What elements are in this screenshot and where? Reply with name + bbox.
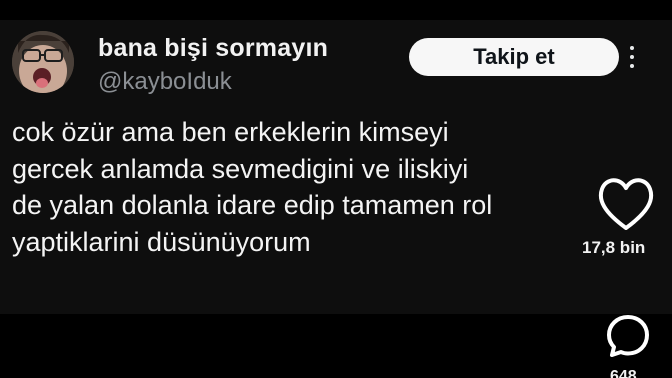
tweet-text: cok özür ama ben erkeklerin kimseyi gerc… [12,117,493,257]
avatar-photo [12,31,74,93]
comment-count: 648 [610,368,637,378]
follow-button[interactable]: Takip et [409,38,619,76]
top-bar [0,0,672,20]
more-options-icon[interactable] [624,40,640,74]
comment-count-clip: 648 [610,368,650,378]
comment-bubble-icon[interactable] [604,312,652,360]
avatar[interactable] [12,31,74,93]
like-count: 17,8 bin [582,238,646,257]
display-name[interactable]: bana bişi sormayın [98,34,328,63]
user-handle[interactable]: @kayboIduk [98,68,232,96]
tweet-card: bana bişi sormayın @kayboIduk Takip et c… [0,20,672,314]
like-heart-icon[interactable] [596,172,656,234]
